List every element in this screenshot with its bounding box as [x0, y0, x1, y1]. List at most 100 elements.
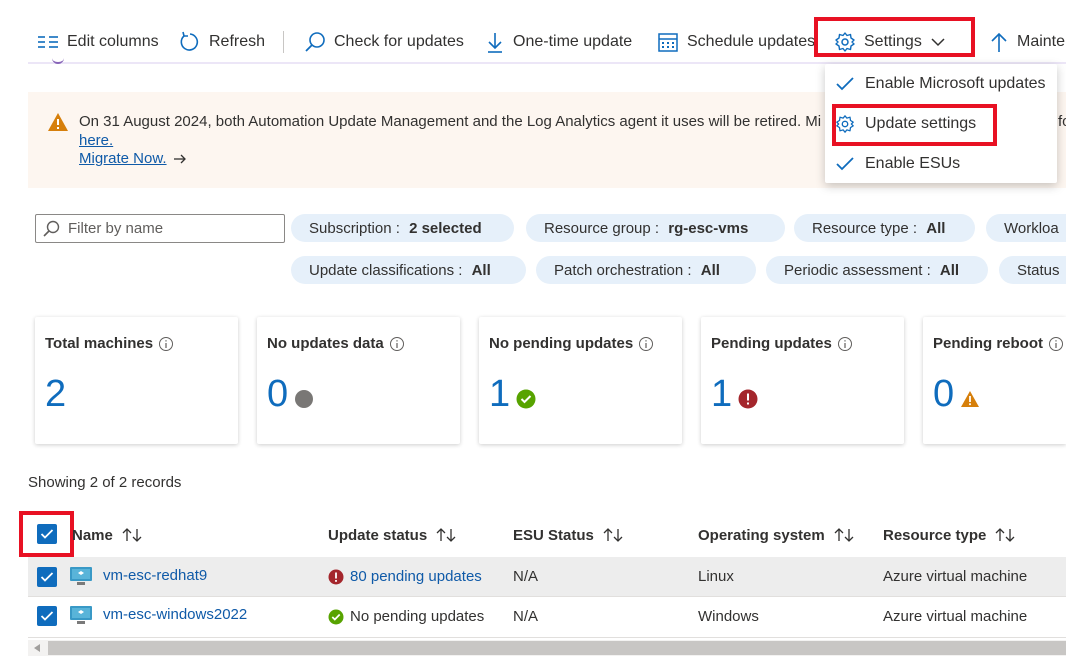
card-title: Pending updates	[711, 335, 853, 352]
column-header-label: Update status	[328, 526, 428, 544]
card-pending-reboot[interactable]: Pending reboot 0	[923, 317, 1066, 444]
pill-separator: :	[922, 261, 935, 279]
card-value-number: 2	[45, 373, 67, 415]
filter-by-name-input[interactable]	[68, 220, 268, 237]
vm-name-link[interactable]: vm-esc-redhat9	[103, 567, 207, 584]
menu-item-label: Enable ESUs	[865, 155, 961, 172]
info-icon[interactable]	[389, 336, 405, 352]
column-header-label: Name	[72, 526, 113, 544]
sort-icon[interactable]	[121, 527, 143, 543]
filter-pill-periodic-assessment[interactable]: Periodic assessment : All	[766, 256, 988, 284]
pill-key: Periodic assessment	[784, 261, 923, 279]
column-header-label: Resource type	[883, 526, 987, 544]
green-check-icon	[328, 609, 344, 624]
banner-message-overflow: fo	[1058, 113, 1066, 130]
column-header-operating-system[interactable]: Operating system	[698, 524, 855, 546]
column-header-name[interactable]: Name	[72, 524, 143, 546]
pill-value: rg-esc-vms	[668, 219, 749, 237]
sort-icon[interactable]	[435, 527, 457, 543]
refresh-button[interactable]: Refresh	[179, 28, 265, 56]
card-pending-updates[interactable]: Pending updates 1	[701, 317, 904, 444]
pill-key: Resource type	[812, 219, 909, 237]
card-title: No updates data	[267, 335, 405, 352]
search-icon	[43, 220, 60, 237]
red-exclamation-icon	[738, 389, 758, 409]
up-arrow-icon	[991, 32, 1007, 52]
pill-value: All	[471, 261, 491, 279]
search-icon	[305, 32, 325, 52]
update-status-cell: No pending updates	[328, 608, 484, 625]
banner-here-link[interactable]: here.	[79, 132, 113, 149]
row-checkbox[interactable]	[37, 567, 57, 587]
sort-icon[interactable]	[602, 527, 624, 543]
resource-type-cell: Azure virtual machine	[883, 608, 1028, 625]
filter-by-name-field[interactable]	[35, 214, 285, 243]
filter-pill-workload[interactable]: Workloa	[986, 214, 1066, 242]
check-for-updates-button[interactable]: Check for updates	[304, 28, 464, 56]
pill-separator: :	[650, 219, 664, 237]
card-title: No pending updates	[489, 335, 654, 352]
migrate-now-label: Migrate Now.	[79, 150, 167, 167]
column-header-esu-status[interactable]: ESU Status	[513, 524, 624, 546]
card-title-text: No pending updates	[489, 335, 634, 352]
pill-value: All	[939, 261, 960, 279]
migrate-now-link[interactable]: Migrate Now.	[79, 150, 187, 167]
menu-item-enable-microsoft-updates[interactable]: Enable Microsoft updates	[835, 69, 1046, 99]
filter-pill-resource-group[interactable]: Resource group : rg-esc-vms	[526, 214, 785, 242]
sort-icon[interactable]	[833, 527, 855, 543]
update-status-text: No pending updates	[350, 608, 485, 625]
column-header-resource-type[interactable]: Resource type	[883, 524, 1016, 546]
pill-separator: :	[391, 219, 405, 237]
refresh-label: Refresh	[209, 33, 266, 50]
filter-pill-resource-type[interactable]: Resource type : All	[794, 214, 975, 242]
info-icon[interactable]	[1048, 336, 1064, 352]
update-settings-highlight	[832, 104, 997, 146]
update-status-link[interactable]: 80 pending updates	[350, 568, 482, 585]
pill-value: All	[700, 261, 720, 279]
pill-separator: :	[683, 261, 696, 279]
card-value-number: 1	[711, 373, 733, 415]
card-no-pending-updates[interactable]: No pending updates 1	[479, 317, 682, 444]
column-header-label: ESU Status	[513, 526, 594, 544]
info-icon[interactable]	[638, 336, 654, 352]
filter-pill-update-classifications[interactable]: Update classifications : All	[291, 256, 526, 284]
sort-icon[interactable]	[994, 527, 1016, 543]
pill-key: Workloa	[1004, 219, 1059, 237]
check-for-updates-label: Check for updates	[334, 33, 464, 50]
info-icon[interactable]	[837, 336, 853, 352]
virtual-machine-icon	[70, 567, 92, 585]
checkmark-icon	[40, 611, 54, 621]
card-value: 0	[933, 371, 980, 417]
info-icon[interactable]	[158, 336, 174, 352]
row-checkbox[interactable]	[37, 606, 57, 626]
pill-key: Patch orchestration	[554, 261, 684, 279]
column-header-update-status[interactable]: Update status	[328, 524, 457, 546]
esu-status-cell: N/A	[513, 608, 539, 625]
scrollbar-thumb[interactable]	[48, 641, 1066, 655]
filter-pill-status[interactable]: Status	[999, 256, 1066, 284]
scroll-left-icon[interactable]	[32, 643, 42, 653]
schedule-updates-button[interactable]: Schedule updates	[657, 28, 815, 56]
filter-pill-subscription[interactable]: Subscription : 2 selected	[291, 214, 514, 242]
resource-type-cell: Azure virtual machine	[883, 568, 1028, 585]
maintenance-label: Mainte	[1017, 33, 1066, 50]
edit-columns-button[interactable]: Edit columns	[37, 28, 159, 56]
edit-columns-label: Edit columns	[67, 33, 159, 50]
menu-item-label: Enable Microsoft updates	[865, 75, 1046, 92]
card-total-machines[interactable]: Total machines 2	[35, 317, 238, 444]
filter-pill-patch-orchestration[interactable]: Patch orchestration : All	[536, 256, 756, 284]
card-value: 0	[267, 371, 314, 417]
refresh-icon	[180, 31, 199, 51]
maintenance-button[interactable]: Mainte	[989, 28, 1065, 56]
green-check-icon	[516, 389, 536, 409]
calendar-icon	[658, 33, 678, 52]
menu-item-enable-esus[interactable]: Enable ESUs	[835, 149, 960, 179]
update-status-cell[interactable]: 80 pending updates	[328, 568, 482, 585]
card-no-updates-data[interactable]: No updates data 0	[257, 317, 460, 444]
os-cell: Windows	[698, 608, 759, 625]
vm-name-link[interactable]: vm-esc-windows2022	[103, 606, 247, 623]
red-exclamation-icon	[328, 569, 344, 584]
pill-value: All	[926, 219, 946, 237]
one-time-update-button[interactable]: One-time update	[485, 28, 632, 56]
schedule-updates-label: Schedule updates	[687, 33, 816, 50]
